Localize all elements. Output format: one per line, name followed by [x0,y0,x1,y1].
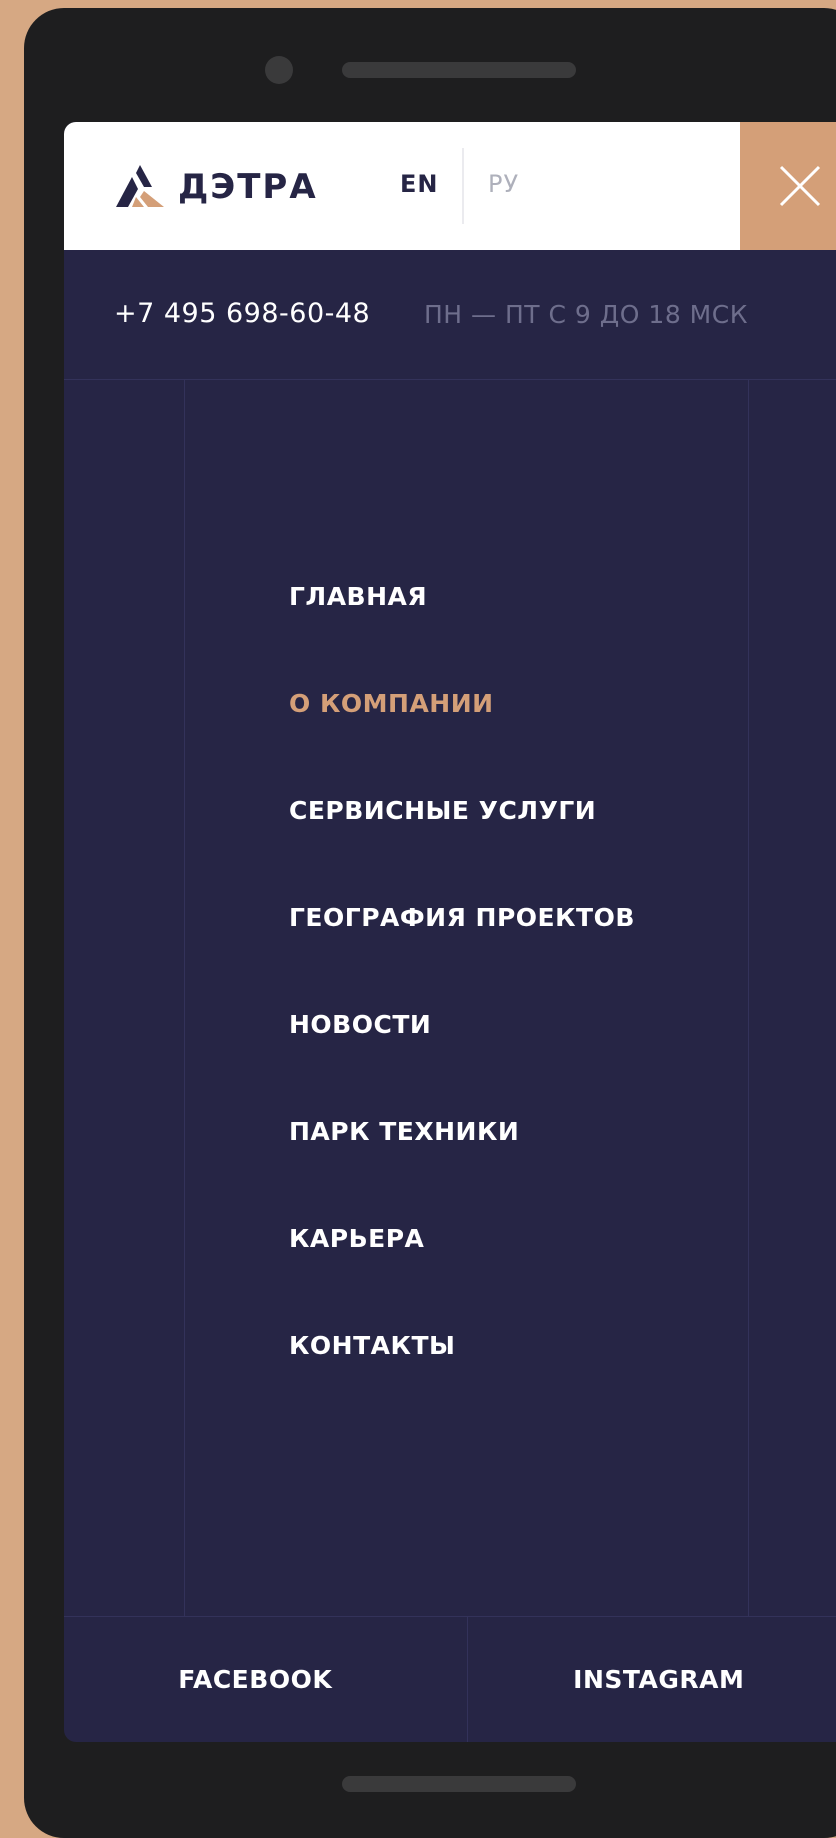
instagram-link[interactable]: INSTAGRAM [468,1617,836,1742]
nav-item-services[interactable]: СЕРВИСНЫЕ УСЛУГИ [289,796,635,903]
speaker [342,62,576,78]
facebook-link[interactable]: FACEBOOK [64,1617,468,1742]
working-hours: ПН — ПТ С 9 ДО 18 МСК [424,300,748,329]
home-indicator [342,1776,576,1792]
close-menu-button[interactable] [740,122,836,250]
lang-divider [462,148,464,224]
header: ДЭТРА EN РУ [64,122,836,250]
nav-item-news[interactable]: НОВОСТИ [289,1010,635,1117]
nav-item-projects[interactable]: ГЕОГРАФИЯ ПРОЕКТОВ [289,903,635,1010]
social-footer: FACEBOOK INSTAGRAM [64,1616,836,1742]
nav-item-contacts[interactable]: КОНТАКТЫ [289,1331,635,1438]
lang-en-button[interactable]: EN [400,170,438,198]
main-nav: ГЛАВНАЯ О КОМПАНИИ СЕРВИСНЫЕ УСЛУГИ ГЕОГ… [289,582,635,1438]
nav-item-career[interactable]: КАРЬЕРА [289,1224,635,1331]
logo[interactable]: ДЭТРА [114,162,318,212]
detra-logo-icon [114,163,166,211]
camera [265,56,293,84]
phone-frame: ДЭТРА EN РУ +7 495 698-60-48 ПН — ПТ С 9… [24,8,836,1838]
close-icon [778,164,822,208]
nav-item-fleet[interactable]: ПАРК ТЕХНИКИ [289,1117,635,1224]
mobile-menu-screen: ДЭТРА EN РУ +7 495 698-60-48 ПН — ПТ С 9… [64,122,836,1742]
nav-item-home[interactable]: ГЛАВНАЯ [289,582,635,689]
contact-row: +7 495 698-60-48 ПН — ПТ С 9 ДО 18 МСК [64,250,836,380]
brand-name: ДЭТРА [178,167,318,207]
grid-line-right [748,380,749,1616]
nav-item-about[interactable]: О КОМПАНИИ [289,689,635,796]
lang-ru-button[interactable]: РУ [488,170,519,198]
phone-number-link[interactable]: +7 495 698-60-48 [114,298,370,329]
grid-line-left [184,380,185,1616]
